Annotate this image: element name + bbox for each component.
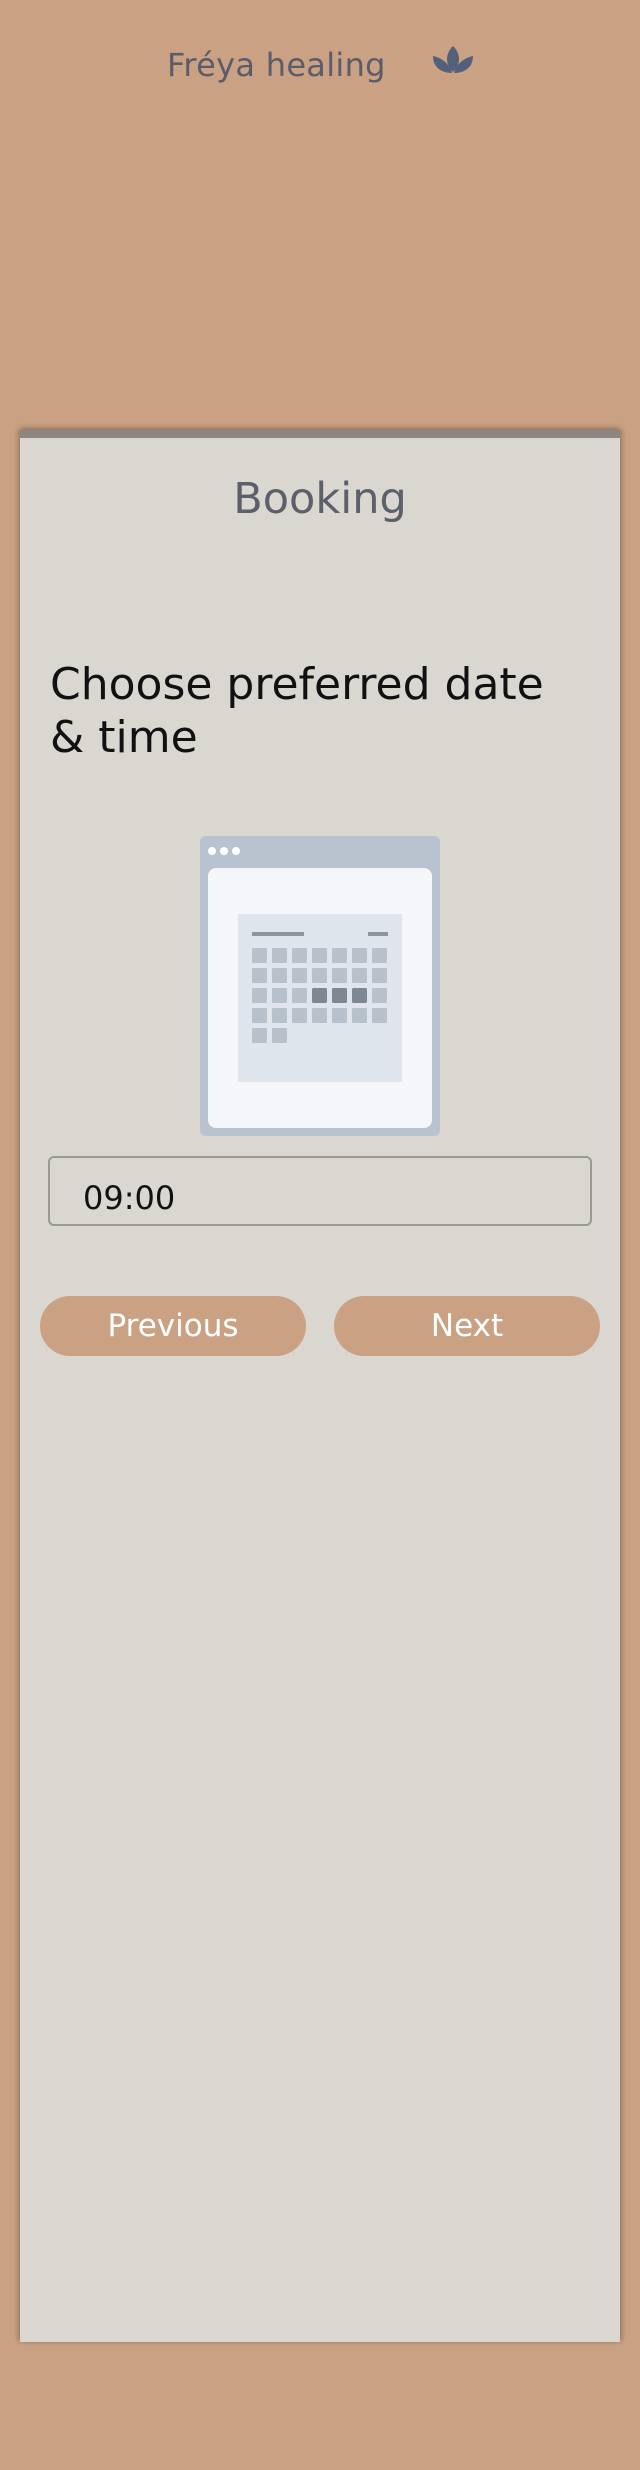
- header: Fréya healing: [0, 0, 640, 140]
- calendar-day-cell: [332, 988, 347, 1003]
- time-input[interactable]: [48, 1156, 592, 1226]
- previous-button[interactable]: Previous: [40, 1296, 306, 1356]
- calendar-day-cell: [272, 988, 287, 1003]
- calendar-day-cell: [352, 1008, 367, 1023]
- next-button[interactable]: Next: [334, 1296, 600, 1356]
- calendar-day-cell: [252, 1008, 267, 1023]
- date-time-question: Choose preferred date & time: [50, 659, 544, 763]
- calendar-illustration: [200, 836, 440, 1136]
- calendar-day-cell: [292, 948, 307, 963]
- calendar-day-cell: [272, 1008, 287, 1023]
- calendar-day-cell: [272, 948, 287, 963]
- calendar-day-cell: [252, 1028, 267, 1043]
- calendar-day-cell: [252, 968, 267, 983]
- calendar-day-cell: [332, 968, 347, 983]
- calendar-day-cell: [272, 968, 287, 983]
- calendar-day-cell: [252, 988, 267, 1003]
- calendar-day-cell: [352, 968, 367, 983]
- calendar-day-cell: [312, 968, 327, 983]
- calendar-day-cell: [372, 968, 387, 983]
- page-title: Booking: [233, 474, 407, 524]
- calendar-day-cell: [332, 948, 347, 963]
- calendar-day-cell: [252, 948, 267, 963]
- calendar-day-cell: [292, 1008, 307, 1023]
- lotus-icon: [433, 46, 473, 73]
- calendar-day-cell: [372, 988, 387, 1003]
- calendar-day-cell: [312, 948, 327, 963]
- booking-card: Booking Choose preferred date & time Pre…: [20, 430, 620, 2342]
- calendar-day-cell: [312, 1008, 327, 1023]
- calendar-day-cell: [292, 968, 307, 983]
- brand-name[interactable]: Fréya healing: [167, 46, 386, 84]
- calendar-day-cell: [292, 988, 307, 1003]
- calendar-day-cell: [272, 1028, 287, 1043]
- calendar-day-cell: [372, 948, 387, 963]
- calendar-day-cell: [372, 1008, 387, 1023]
- calendar-day-cell: [352, 988, 367, 1003]
- calendar-day-cell: [332, 1008, 347, 1023]
- calendar-day-cell: [352, 948, 367, 963]
- calendar-day-cell: [312, 988, 327, 1003]
